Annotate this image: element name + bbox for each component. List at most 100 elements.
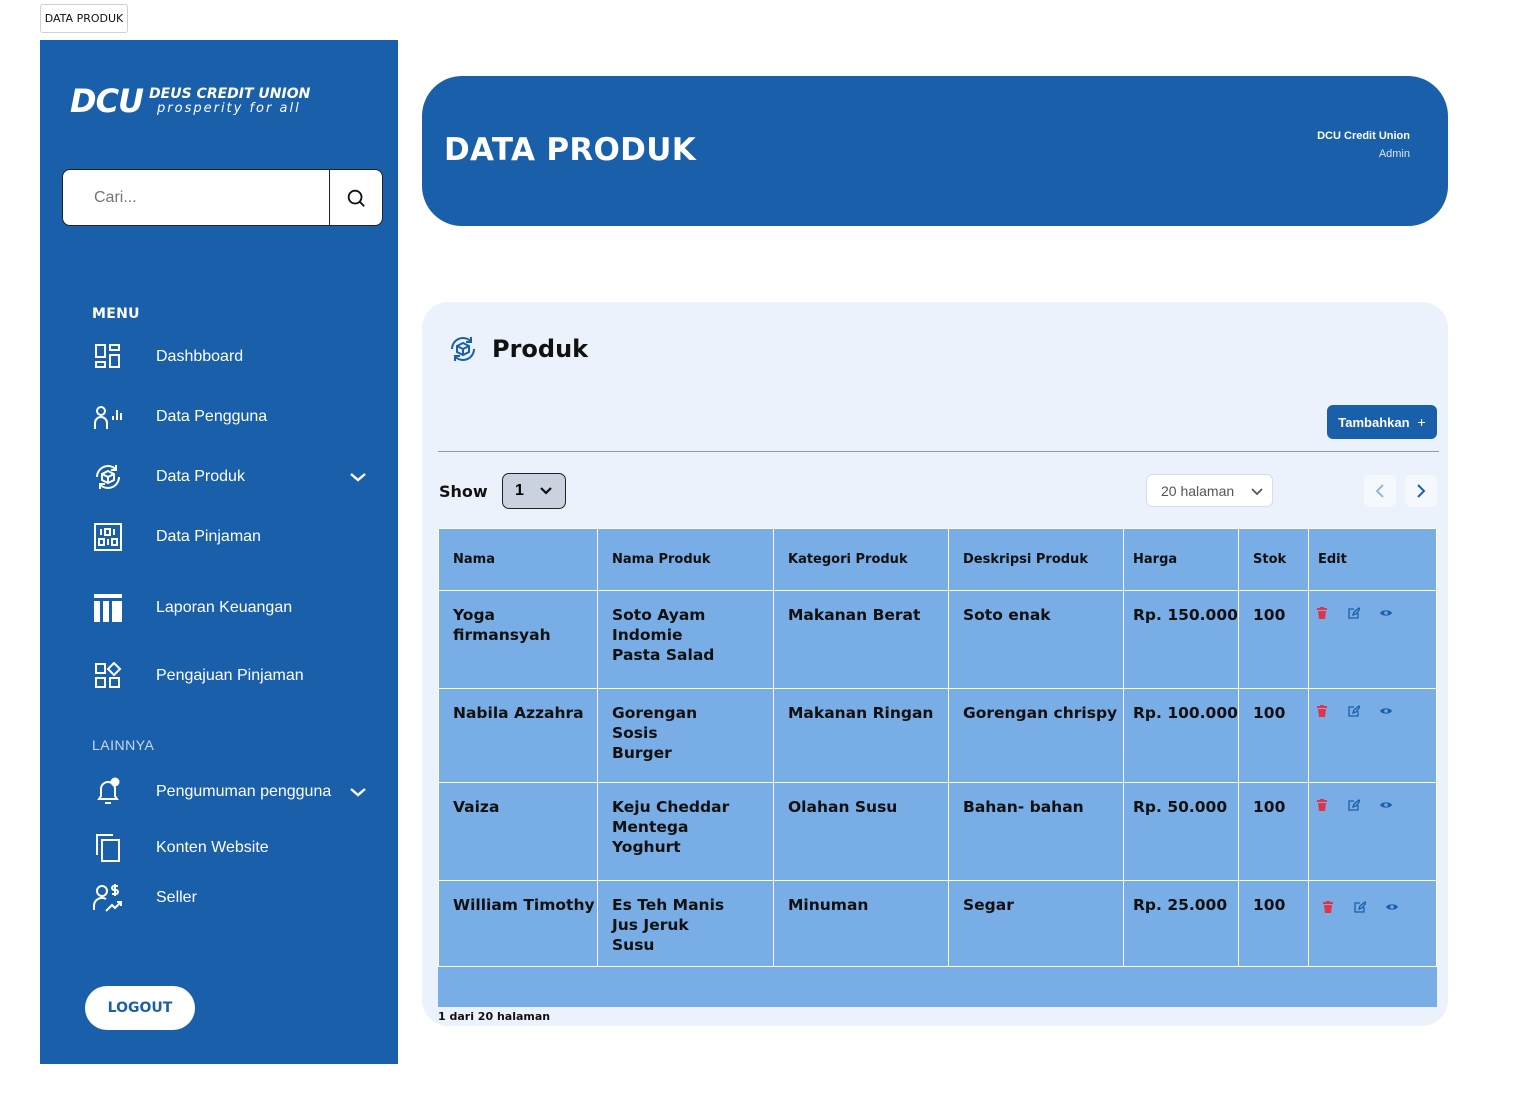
trash-icon[interactable] bbox=[1316, 799, 1328, 811]
column-header: Edit bbox=[1308, 528, 1437, 591]
chevron-down-icon[interactable] bbox=[348, 782, 368, 802]
eye-icon[interactable] bbox=[1380, 799, 1392, 811]
binary-board-icon bbox=[92, 521, 124, 553]
sidebar-item-dashboard[interactable]: Dashbboard bbox=[92, 337, 382, 377]
cell-harga: Rp. 50.000 bbox=[1123, 782, 1239, 881]
product-table: Nama Nama Produk Kategori Produk Deskrip… bbox=[438, 528, 1437, 1007]
cell-edit bbox=[1308, 880, 1437, 967]
column-header: Harga bbox=[1123, 528, 1239, 591]
logo-name: DEUS CREDIT UNION bbox=[149, 86, 311, 102]
sidebar-item-pengajuan-pinjaman[interactable]: Pengajuan Pinjaman bbox=[92, 656, 382, 696]
cell-deskripsi: Bahan- bahan bbox=[948, 782, 1124, 881]
cell-stok: 100 bbox=[1238, 590, 1309, 689]
seller-icon bbox=[92, 882, 124, 914]
sidebar-item-label: Seller bbox=[156, 889, 197, 906]
eye-icon[interactable] bbox=[1386, 901, 1398, 913]
page-title: DATA PRODUK bbox=[444, 132, 697, 168]
search-icon bbox=[347, 189, 365, 207]
chevron-down-icon bbox=[1251, 487, 1263, 495]
sidebar-item-label: Laporan Keuangan bbox=[156, 599, 293, 616]
cell-deskripsi: Soto enak bbox=[948, 590, 1124, 689]
edit-icon[interactable] bbox=[1354, 901, 1366, 913]
table-header-row: Nama Nama Produk Kategori Produk Deskrip… bbox=[438, 528, 1437, 591]
page-header: DATA PRODUK DCU Credit Union Admin bbox=[422, 76, 1448, 226]
edit-icon[interactable] bbox=[1348, 799, 1360, 811]
cell-kategori: Makanan Berat bbox=[773, 590, 949, 689]
chevron-down-icon bbox=[540, 487, 552, 495]
table-row: William Timothy Es Teh Manis Jus Jeruk S… bbox=[438, 880, 1437, 967]
product-panel: Produk Tambahkan + Show 1 20 halaman Nam… bbox=[422, 302, 1448, 1026]
bell-icon bbox=[92, 776, 124, 808]
cell-kategori: Minuman bbox=[773, 880, 949, 967]
cell-produk: Gorengan Sosis Burger bbox=[597, 688, 774, 783]
edit-icon[interactable] bbox=[1348, 705, 1360, 717]
prev-page-button[interactable] bbox=[1364, 475, 1396, 507]
eye-icon[interactable] bbox=[1380, 705, 1392, 717]
show-label: Show bbox=[439, 482, 488, 501]
menu-heading: MENU bbox=[92, 306, 140, 322]
sidebar-item-data-pengguna[interactable]: Data Pengguna bbox=[92, 397, 382, 437]
panel-title: Produk bbox=[492, 335, 589, 363]
column-header: Deskripsi Produk bbox=[948, 528, 1124, 591]
cell-deskripsi: Gorengan chrispy bbox=[948, 688, 1124, 783]
cell-produk: Es Teh Manis Jus Jeruk Susu bbox=[597, 880, 774, 967]
search-button[interactable] bbox=[329, 170, 382, 225]
cell-kategori: Olahan Susu bbox=[773, 782, 949, 881]
pages-select[interactable]: 20 halaman bbox=[1146, 474, 1273, 507]
trash-icon[interactable] bbox=[1316, 607, 1328, 619]
chevron-left-icon bbox=[1375, 484, 1384, 498]
show-select-value: 1 bbox=[515, 482, 524, 499]
copy-icon bbox=[92, 832, 124, 864]
add-button[interactable]: Tambahkan + bbox=[1327, 405, 1437, 439]
logout-button[interactable]: LOGOUT bbox=[85, 986, 195, 1030]
cell-edit bbox=[1308, 782, 1437, 881]
sidebar-item-label: Pengumuman pengguna bbox=[156, 783, 332, 800]
sidebar-item-laporan-keuangan[interactable]: Laporan Keuangan bbox=[92, 588, 382, 628]
org-name: DCU Credit Union bbox=[1317, 130, 1410, 142]
eye-icon[interactable] bbox=[1380, 607, 1392, 619]
user-stats-icon bbox=[92, 401, 124, 433]
search-box bbox=[62, 169, 383, 226]
sidebar-item-label: Data Pengguna bbox=[156, 408, 268, 425]
search-input[interactable] bbox=[63, 170, 329, 225]
sidebar-item-label: Konten Website bbox=[156, 839, 269, 856]
trash-icon[interactable] bbox=[1322, 901, 1334, 913]
cell-stok: 100 bbox=[1238, 782, 1309, 881]
user-role: Admin bbox=[1378, 148, 1410, 160]
column-header: Kategori Produk bbox=[773, 528, 949, 591]
cell-stok: 100 bbox=[1238, 880, 1309, 967]
other-heading: LAINNYA bbox=[92, 737, 155, 753]
frame-label: DATA PRODUK bbox=[40, 4, 128, 33]
report-table-icon bbox=[92, 592, 124, 624]
cell-edit bbox=[1308, 590, 1437, 689]
edit-icon[interactable] bbox=[1348, 607, 1360, 619]
sidebar-item-konten-website[interactable]: Konten Website bbox=[92, 828, 382, 868]
sidebar-item-data-produk[interactable]: Data Produk bbox=[92, 457, 382, 497]
chevron-right-icon bbox=[1417, 484, 1426, 498]
table-row: Yoga firmansyah Soto Ayam Indomie Pasta … bbox=[438, 590, 1437, 689]
sidebar-item-data-pinjaman[interactable]: Data Pinjaman bbox=[92, 517, 382, 557]
cell-edit bbox=[1308, 688, 1437, 783]
table-row: Nabila Azzahra Gorengan Sosis Burger Mak… bbox=[438, 688, 1437, 783]
cell-nama: Vaiza bbox=[438, 782, 598, 881]
trash-icon[interactable] bbox=[1316, 705, 1328, 717]
apps-shapes-icon bbox=[92, 660, 124, 692]
dashboard-icon bbox=[92, 341, 124, 373]
sidebar-item-pengumuman[interactable]: Pengumuman pengguna bbox=[92, 772, 382, 812]
cell-produk: Soto Ayam Indomie Pasta Salad bbox=[597, 590, 774, 689]
cell-nama: Nabila Azzahra bbox=[438, 688, 598, 783]
cell-produk: Keju Cheddar Mentega Yoghurt bbox=[597, 782, 774, 881]
cell-stok: 100 bbox=[1238, 688, 1309, 783]
next-page-button[interactable] bbox=[1405, 475, 1437, 507]
product-box-icon bbox=[92, 461, 124, 493]
logo-mark: DCU bbox=[70, 82, 144, 120]
pages-select-value: 20 halaman bbox=[1161, 482, 1235, 499]
column-header: Stok bbox=[1238, 528, 1309, 591]
cell-harga: Rp. 100.000 bbox=[1123, 688, 1239, 783]
show-select[interactable]: 1 bbox=[502, 473, 566, 509]
sidebar: DCU DEUS CREDIT UNION prosperity for all… bbox=[40, 40, 398, 1064]
chevron-down-icon[interactable] bbox=[348, 467, 368, 487]
sidebar-item-seller[interactable]: Seller bbox=[92, 878, 382, 918]
panel-header: Produk bbox=[448, 334, 588, 364]
sidebar-item-label: Pengajuan Pinjaman bbox=[156, 667, 304, 684]
